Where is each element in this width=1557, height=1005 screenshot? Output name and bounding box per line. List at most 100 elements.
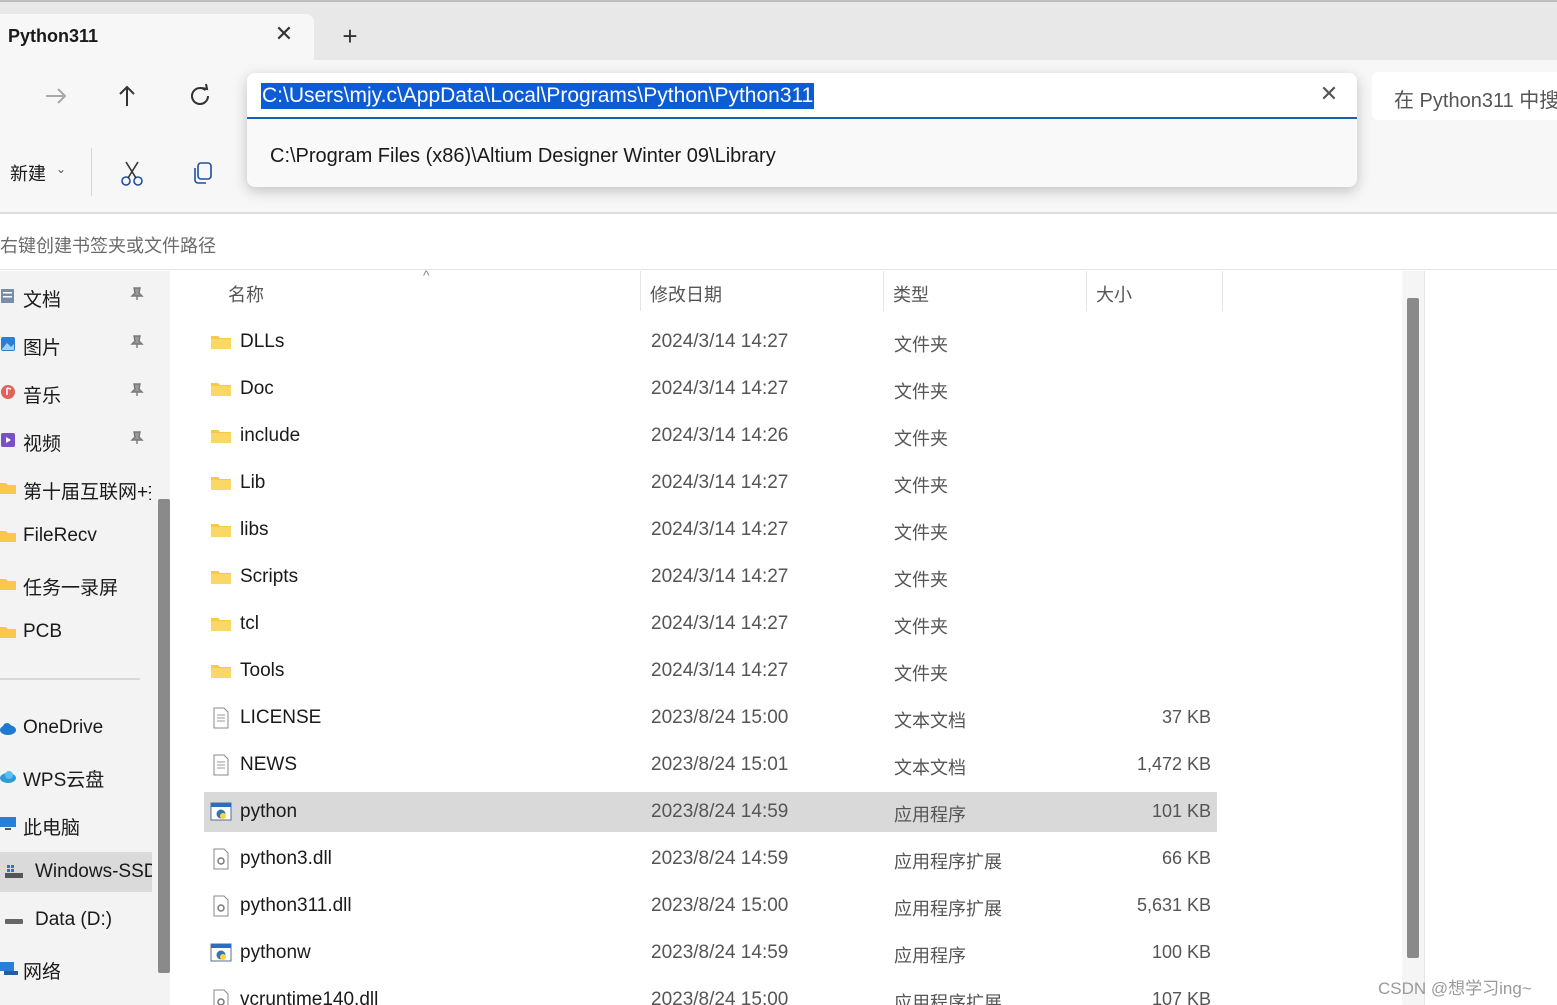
search-placeholder: 在 Python311 中搜 (1394, 90, 1557, 112)
sidebar-item-network[interactable]: 网络 (0, 948, 152, 988)
sidebar-item-pictures[interactable]: 图片 (0, 324, 152, 364)
this-pc-icon (0, 816, 16, 832)
file-type: 文件夹 (894, 664, 948, 684)
file-modified-date: 2024/3/14 14:27 (651, 519, 789, 540)
file-size: 5,631 KB (1136, 895, 1211, 915)
sidebar-item-videos[interactable]: 视频 (0, 420, 152, 460)
file-modified-date: 2024/3/14 14:27 (651, 331, 789, 352)
sidebar-item-documents[interactable]: 文档 (0, 276, 152, 316)
file-name: Doc (240, 378, 274, 399)
file-size: 1,472 KB (1136, 754, 1211, 774)
file-name: python3.dll (240, 848, 332, 869)
column-header-date[interactable]: 修改日期 (641, 271, 884, 311)
folder-icon (210, 331, 232, 353)
file-row[interactable]: DLLs 2024/3/14 14:27 文件夹 (204, 322, 1217, 362)
file-type: 文件夹 (894, 570, 948, 590)
file-list-scrollbar[interactable] (1407, 298, 1419, 958)
file-type: 文件夹 (894, 335, 948, 355)
file-row[interactable]: python 2023/8/24 14:59 应用程序 101 KB (204, 792, 1217, 832)
sidebar-scrollbar[interactable] (158, 499, 170, 973)
pin-icon[interactable] (130, 431, 144, 448)
sidebar-item-this-pc[interactable]: 此电脑 (0, 804, 152, 844)
file-modified-date: 2023/8/24 15:00 (651, 895, 789, 916)
sidebar-item-label: 网络 (23, 962, 62, 983)
dll-file-icon (210, 895, 232, 917)
file-row[interactable]: Lib 2024/3/14 14:27 文件夹 (204, 463, 1217, 503)
file-name: python311.dll (240, 895, 352, 916)
pin-icon[interactable] (130, 287, 144, 304)
sidebar-item-label: 此电脑 (23, 818, 81, 839)
sidebar-item-label: PCB (23, 621, 63, 642)
text-file-icon (210, 754, 232, 776)
column-header-name[interactable]: 名称 (219, 271, 641, 311)
file-row[interactable]: Scripts 2024/3/14 14:27 文件夹 (204, 557, 1217, 597)
search-box[interactable]: 在 Python311 中搜 (1372, 72, 1557, 120)
address-input[interactable]: C:\Users\mjy.c\AppData\Local\Programs\Py… (247, 73, 1357, 119)
file-size: 66 KB (1161, 848, 1211, 868)
address-path-selected[interactable]: C:\Users\mjy.c\AppData\Local\Programs\Py… (261, 83, 815, 109)
details-pane (1424, 271, 1557, 1005)
file-name: Lib (240, 472, 266, 493)
folder-icon (0, 528, 16, 544)
folder-icon (210, 519, 232, 541)
file-row[interactable]: Tools 2024/3/14 14:27 文件夹 (204, 651, 1217, 691)
new-tab-plus-icon[interactable]: + (336, 22, 364, 50)
sidebar-item-onedrive[interactable]: OneDrive (0, 708, 152, 748)
file-name: python (240, 801, 298, 822)
file-row[interactable]: libs 2024/3/14 14:27 文件夹 (204, 510, 1217, 550)
file-row[interactable]: python311.dll 2023/8/24 15:00 应用程序扩展 5,631 … (204, 886, 1217, 926)
file-size: 100 KB (1151, 942, 1211, 962)
tab-close-icon[interactable]: ✕ (272, 22, 296, 46)
address-suggestion[interactable]: C:\Program Files (x86)\Altium Designer W… (247, 137, 1357, 177)
sidebar-item-pcb[interactable]: PCB (0, 612, 152, 652)
refresh-icon[interactable] (182, 78, 218, 114)
file-row[interactable]: LICENSE 2023/8/24 15:00 文本文档 37 KB (204, 698, 1217, 738)
file-row[interactable]: vcruntime140.dll 2023/8/24 15:00 应用程序扩展 107… (204, 980, 1217, 1005)
file-name: vcruntime140.dll (240, 989, 379, 1005)
file-type: 文件夹 (894, 429, 948, 449)
tab-python311[interactable]: Python311 ✕ (0, 14, 314, 62)
cut-icon[interactable] (117, 158, 147, 188)
file-row[interactable]: tcl 2024/3/14 14:27 文件夹 (204, 604, 1217, 644)
sidebar-item-music[interactable]: 音乐 (0, 372, 152, 412)
file-row[interactable]: python3.dll 2023/8/24 14:59 应用程序扩展 66 KB (204, 839, 1217, 879)
sidebar-item-label: OneDrive (23, 717, 104, 738)
arrow-up-icon[interactable] (109, 78, 145, 114)
file-name: Tools (240, 660, 285, 681)
copy-icon[interactable] (188, 158, 218, 188)
sidebar-item-folder-competition[interactable]: 第十届互联网+挑 (0, 468, 152, 508)
navigation-pane: 文档 图片 音乐 视频 第十届互联网+挑 FileRecv 任务一录 (0, 271, 170, 1005)
file-type: 应用程序扩展 (894, 993, 1002, 1005)
clear-address-icon[interactable]: ✕ (1317, 82, 1341, 106)
address-bar-dropdown: C:\Users\mjy.c\AppData\Local\Programs\Py… (247, 73, 1357, 187)
file-row[interactable]: pythonw 2023/8/24 14:59 应用程序 100 KB (204, 933, 1217, 973)
column-header-size[interactable]: 大小 (1087, 271, 1223, 311)
folder-icon (210, 566, 232, 588)
sidebar-item-windows-ssd[interactable]: Windows-SSD (0, 852, 152, 892)
file-row[interactable]: NEWS 2023/8/24 15:01 文本文档 1,472 KB (204, 745, 1217, 785)
sidebar-item-label: 第十届互联网+挑 (23, 482, 151, 503)
file-type: 文本文档 (894, 711, 966, 731)
network-icon (0, 960, 18, 976)
file-row[interactable]: Doc 2024/3/14 14:27 文件夹 (204, 369, 1217, 409)
dll-file-icon (210, 989, 232, 1005)
sidebar-item-wps-cloud[interactable]: WPS云盘 (0, 756, 152, 796)
sidebar-item-task-recording[interactable]: 任务一录屏 (0, 564, 152, 604)
sidebar-item-data-d[interactable]: Data (D:) (0, 900, 152, 940)
sidebar-item-label: 任务一录屏 (23, 578, 119, 599)
file-row[interactable]: include 2024/3/14 14:26 文件夹 (204, 416, 1217, 456)
pin-icon[interactable] (130, 383, 144, 400)
new-button[interactable]: 新建 (10, 160, 46, 186)
pin-icon[interactable] (130, 335, 144, 352)
folder-icon (210, 425, 232, 447)
column-header-type[interactable]: 类型 (884, 271, 1087, 311)
file-name: NEWS (240, 754, 297, 775)
chevron-down-icon[interactable]: ⌄ (56, 162, 66, 176)
sidebar-item-label: Data (D:) (35, 909, 113, 930)
watermark: CSDN @想学习ing~ (1378, 979, 1532, 998)
file-modified-date: 2023/8/24 14:59 (651, 942, 789, 963)
folder-icon (0, 480, 16, 496)
arrow-right-icon[interactable] (38, 78, 74, 114)
file-modified-date: 2023/8/24 14:59 (651, 801, 789, 822)
sidebar-item-filerecv[interactable]: FileRecv (0, 516, 152, 556)
